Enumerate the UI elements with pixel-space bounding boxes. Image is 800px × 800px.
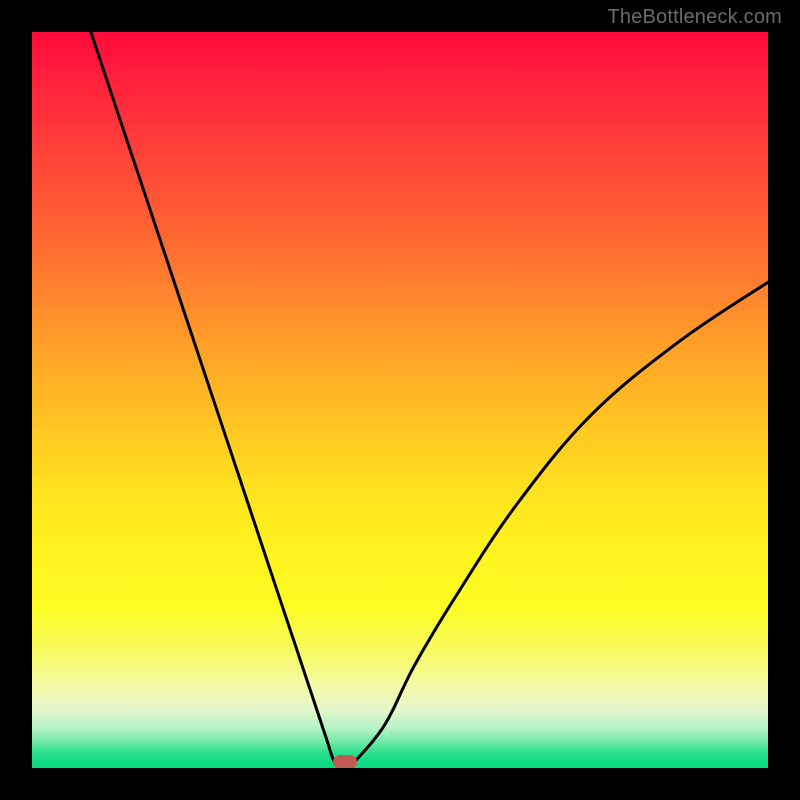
bottleneck-curve bbox=[32, 32, 768, 768]
watermark-text: TheBottleneck.com bbox=[607, 6, 782, 29]
chart-frame: TheBottleneck.com bbox=[0, 0, 800, 800]
optimal-marker bbox=[333, 755, 357, 768]
plot-area bbox=[32, 32, 768, 768]
curve-path bbox=[91, 32, 768, 768]
